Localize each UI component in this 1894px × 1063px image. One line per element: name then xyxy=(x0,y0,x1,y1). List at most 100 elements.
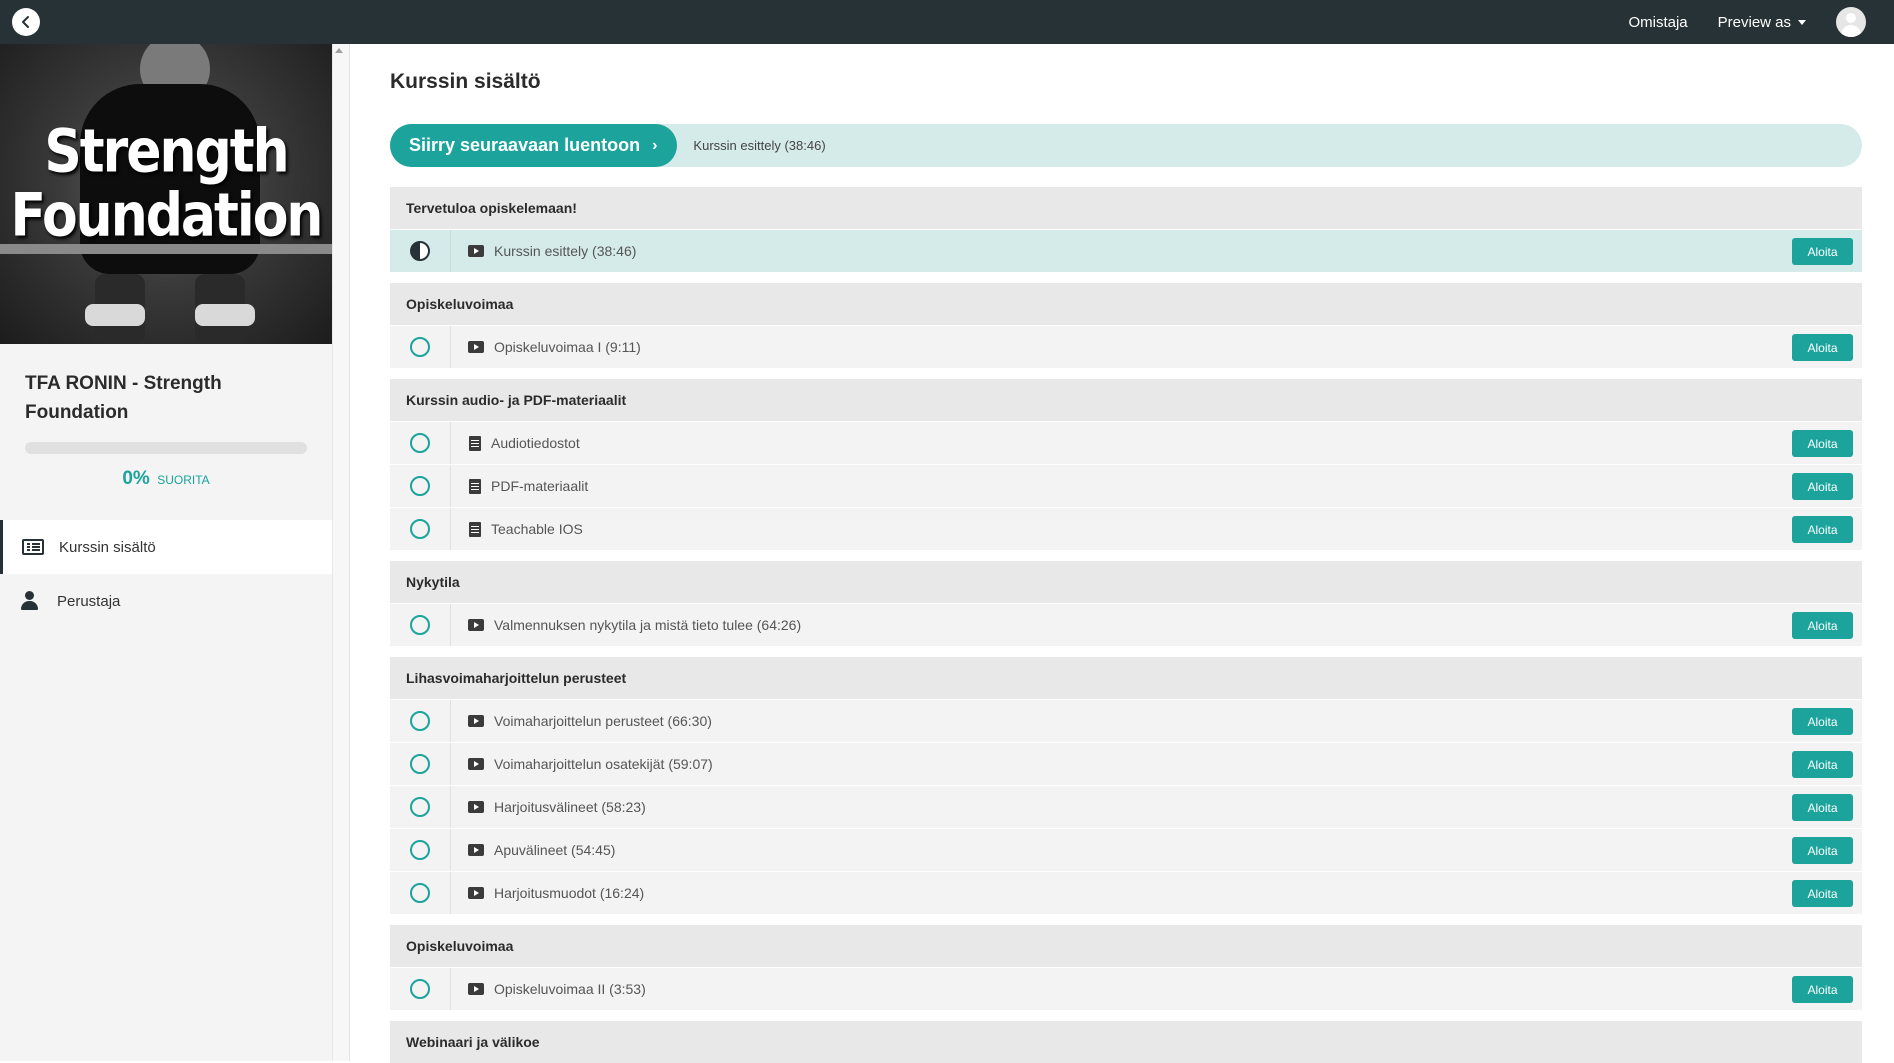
lecture-title: Audiotiedostot xyxy=(491,435,580,451)
lecture-status xyxy=(390,230,451,272)
lecture-title: Harjoitusmuodot (16:24) xyxy=(494,885,645,901)
chevron-right-icon: › xyxy=(652,136,658,154)
list-icon xyxy=(22,537,44,557)
document-icon xyxy=(469,478,481,494)
main-content: Kurssin sisältö Siirry seuraavaan luento… xyxy=(390,44,1862,1063)
video-icon xyxy=(468,983,484,995)
lecture-row[interactable]: Audiotiedostot Aloita xyxy=(390,421,1862,464)
lecture-row[interactable]: Voimaharjoittelun perusteet (66:30) Aloit… xyxy=(390,699,1862,742)
sidebar-item-label: Perustaja xyxy=(57,592,121,610)
preview-as-dropdown[interactable]: Preview as xyxy=(1718,14,1806,31)
empty-circle-icon xyxy=(410,433,430,453)
lecture-row[interactable]: Harjoitusvälineet (58:23) Aloita xyxy=(390,785,1862,828)
scroll-up-icon[interactable] xyxy=(335,48,343,53)
lecture-row[interactable]: PDF-materiaalit Aloita xyxy=(390,464,1862,507)
start-lecture-button[interactable]: Aloita xyxy=(1792,334,1853,361)
section-title: Tervetuloa opiskelemaan! xyxy=(390,187,1862,229)
user-avatar[interactable] xyxy=(1836,7,1866,37)
course-image-text-line1: Strength xyxy=(44,117,289,187)
start-lecture-button[interactable]: Aloita xyxy=(1792,708,1853,735)
next-lecture-button-label: Siirry seuraavaan luentoon xyxy=(409,135,641,155)
lecture-row[interactable]: Voimaharjoittelun osatekijät (59:07) Aloi… xyxy=(390,742,1862,785)
start-lecture-button[interactable]: Aloita xyxy=(1792,880,1853,907)
course-section: Tervetuloa opiskelemaan! Kurssin esittely… xyxy=(390,187,1862,272)
top-bar: Omistaja Preview as xyxy=(0,0,1894,44)
lecture-info: Audiotiedostot xyxy=(468,435,580,451)
sidebar-item-course-content[interactable]: Kurssin sisältö xyxy=(0,520,332,574)
empty-circle-icon xyxy=(410,476,430,496)
lecture-status xyxy=(390,829,451,871)
empty-circle-icon xyxy=(410,754,430,774)
start-lecture-button[interactable]: Aloita xyxy=(1792,612,1853,639)
empty-circle-icon xyxy=(410,711,430,731)
lecture-info: Kurssin esittely (38:46) xyxy=(468,243,636,259)
sidebar-item-label: Kurssin sisältö xyxy=(59,538,156,556)
start-lecture-button[interactable]: Aloita xyxy=(1792,837,1853,864)
video-icon xyxy=(468,245,484,257)
empty-circle-icon xyxy=(410,519,430,539)
progress-text: 0% SUORITA xyxy=(0,468,332,490)
start-lecture-button[interactable]: Aloita xyxy=(1792,976,1853,1003)
progress-label: SUORITA xyxy=(157,473,210,487)
sidebar-item-founder[interactable]: Perustaja xyxy=(0,574,332,628)
empty-circle-icon xyxy=(410,797,430,817)
start-lecture-button[interactable]: Aloita xyxy=(1792,238,1853,265)
half-circle-icon xyxy=(410,241,430,261)
video-icon xyxy=(468,619,484,631)
section-title: Opiskeluvoimaa xyxy=(390,925,1862,967)
lecture-row[interactable]: Kurssin esittely (38:46) Aloita xyxy=(390,229,1862,272)
lecture-status xyxy=(390,700,451,742)
course-image-text-line2: Foundation xyxy=(10,181,324,251)
lecture-info: Opiskeluvoimaa II (3:53) xyxy=(468,981,646,997)
section-title: Lihasvoimaharjoittelun perusteet xyxy=(390,657,1862,699)
course-image: Strength Foundation xyxy=(0,44,332,344)
lecture-info: Voimaharjoittelun perusteet (66:30) xyxy=(468,713,712,729)
video-icon xyxy=(468,715,484,727)
lecture-title: PDF-materiaalit xyxy=(491,478,589,494)
lecture-row[interactable]: Teachable IOS Aloita xyxy=(390,507,1862,550)
empty-circle-icon xyxy=(410,337,430,357)
empty-circle-icon xyxy=(410,883,430,903)
lecture-status xyxy=(390,508,451,550)
section-title: Opiskeluvoimaa xyxy=(390,283,1862,325)
lecture-status xyxy=(390,326,451,368)
course-section: Lihasvoimaharjoittelun perusteet Voimahar… xyxy=(390,657,1862,914)
lecture-info: PDF-materiaalit xyxy=(468,478,588,494)
next-lecture-title: Kurssin esittely (38:46) xyxy=(693,138,826,153)
next-lecture-button[interactable]: Siirry seuraavaan luentoon › xyxy=(390,124,678,167)
course-section: Kurssin audio- ja PDF-materiaalit Audioti… xyxy=(390,379,1862,550)
owner-label: Omistaja xyxy=(1628,13,1688,31)
lecture-info: Teachable IOS xyxy=(468,521,583,537)
lecture-title: Voimaharjoittelun osatekijät (59:07) xyxy=(494,756,713,772)
lecture-info: Apuvälineet (54:45) xyxy=(468,842,615,858)
empty-circle-icon xyxy=(410,840,430,860)
lecture-status xyxy=(390,872,451,914)
lecture-row[interactable]: Valmennuksen nykytila ja mistä tieto tul… xyxy=(390,603,1862,646)
course-section: Nykytila Valmennuksen nykytila ja mistä t… xyxy=(390,561,1862,646)
start-lecture-button[interactable]: Aloita xyxy=(1792,516,1853,543)
lecture-row[interactable]: Apuvälineet (54:45) Aloita xyxy=(390,828,1862,871)
lecture-title: Voimaharjoittelun perusteet (66:30) xyxy=(494,713,712,729)
caret-down-icon xyxy=(1798,19,1806,25)
start-lecture-button[interactable]: Aloita xyxy=(1792,473,1853,500)
sidebar-scrollbar[interactable] xyxy=(332,44,350,1061)
chevron-left-icon xyxy=(22,16,29,28)
owner-link[interactable]: Omistaja xyxy=(1628,14,1687,31)
lecture-row[interactable]: Opiskeluvoimaa II (3:53) Aloita xyxy=(390,967,1862,1010)
video-icon xyxy=(468,887,484,899)
start-lecture-button[interactable]: Aloita xyxy=(1792,430,1853,457)
start-lecture-button[interactable]: Aloita xyxy=(1792,751,1853,778)
section-title: Kurssin audio- ja PDF-materiaalit xyxy=(390,379,1862,421)
section-title: Webinaari ja välikoe xyxy=(390,1021,1862,1063)
lecture-status xyxy=(390,465,451,507)
back-button[interactable] xyxy=(12,8,40,36)
start-lecture-button[interactable]: Aloita xyxy=(1792,794,1853,821)
lecture-title: Opiskeluvoimaa II (3:53) xyxy=(494,981,646,997)
course-section: Opiskeluvoimaa Opiskeluvoimaa I (9:11) Alo… xyxy=(390,283,1862,368)
lecture-title: Harjoitusvälineet (58:23) xyxy=(494,799,646,815)
lecture-row[interactable]: Harjoitusmuodot (16:24) Aloita xyxy=(390,871,1862,914)
lecture-title: Teachable IOS xyxy=(491,521,583,537)
lecture-row[interactable]: Opiskeluvoimaa I (9:11) Aloita xyxy=(390,325,1862,368)
next-lecture-bar: Siirry seuraavaan luentoon › Kurssin esi… xyxy=(390,124,1862,167)
lecture-title: Opiskeluvoimaa I (9:11) xyxy=(494,339,641,355)
